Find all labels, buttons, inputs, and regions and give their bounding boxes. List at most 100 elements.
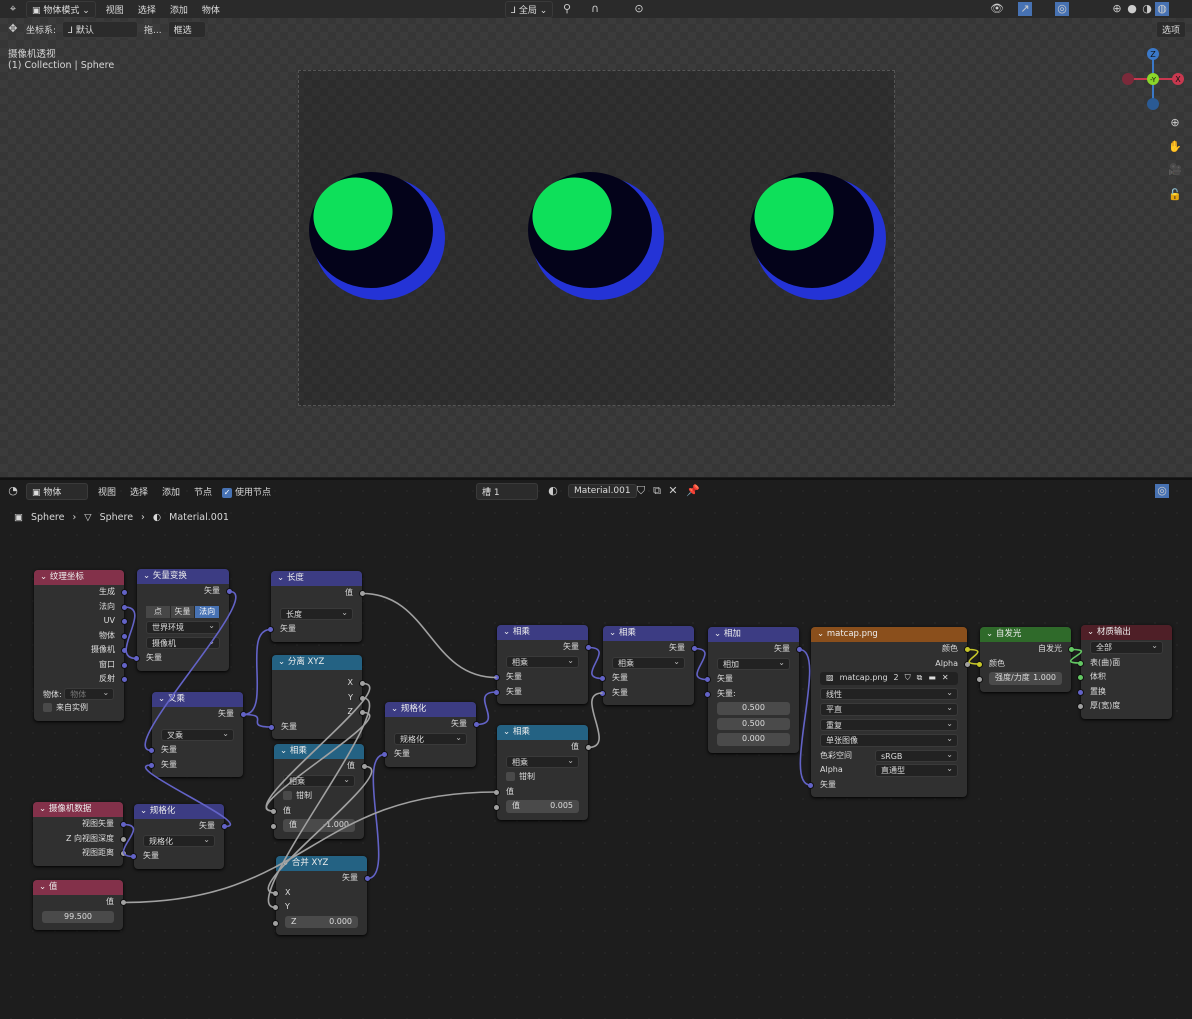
breadcrumb-mesh[interactable]: Sphere: [100, 512, 133, 523]
collapse-chevron-icon[interactable]: ⌄: [714, 629, 724, 639]
dropdown[interactable]: 相加: [717, 657, 790, 670]
segment-option[interactable]: 矢量: [170, 605, 196, 618]
dropdown[interactable]: 摄像机: [146, 636, 220, 649]
collapse-chevron-icon[interactable]: ⌄: [39, 804, 49, 814]
node-header[interactable]: ⌄ 长度: [271, 571, 362, 586]
use-nodes-checkbox[interactable]: ✓ 使用节点: [222, 485, 271, 498]
node-header[interactable]: ⌄ 摄像机数据: [33, 802, 123, 817]
node-header[interactable]: ⌄ 合并 XYZ: [276, 856, 367, 871]
socket[interactable]: [221, 823, 228, 830]
value-field[interactable]: 0.000: [717, 733, 790, 746]
editor-type-icon[interactable]: ◔: [6, 484, 20, 498]
socket[interactable]: [148, 761, 155, 769]
socket[interactable]: [268, 723, 275, 731]
lock-icon[interactable]: 🔓: [1168, 188, 1182, 202]
socket[interactable]: [1077, 674, 1084, 681]
checkbox[interactable]: [506, 772, 515, 781]
node-header[interactable]: ⌄ matcap.png: [811, 627, 967, 642]
node-header[interactable]: ⌄ 规格化: [134, 804, 224, 819]
collapse-chevron-icon[interactable]: ⌄: [140, 806, 150, 816]
socket[interactable]: [120, 835, 127, 843]
duplicate-icon[interactable]: ⧉: [917, 672, 923, 685]
dropdown[interactable]: 长度: [280, 607, 353, 620]
node-header[interactable]: ⌄ 值: [33, 880, 123, 895]
close-icon[interactable]: ✕: [942, 672, 949, 685]
node-header[interactable]: ⌄ 自发光: [980, 627, 1071, 642]
node-11[interactable]: ⌄ matcap.png 颜色 Alpha ▨ matcap.png 2 ⛉ ⧉ ▬ ✕ 线性平直重…: [807, 627, 971, 797]
socket[interactable]: [493, 788, 500, 796]
socket[interactable]: [272, 904, 279, 911]
socket[interactable]: [121, 632, 128, 640]
dropdown[interactable]: 相乘: [506, 755, 579, 768]
socket[interactable]: [240, 711, 247, 718]
value-field[interactable]: 0.500: [717, 702, 790, 715]
dropdown[interactable]: 相乘: [283, 774, 355, 787]
node-2[interactable]: ⌄ 长度值长度矢量: [267, 571, 366, 642]
socket[interactable]: [121, 661, 128, 669]
dropdown[interactable]: 相乘: [612, 656, 685, 669]
socket[interactable]: [493, 688, 500, 696]
socket[interactable]: [130, 853, 137, 860]
node-header[interactable]: ⌄ 叉乘: [152, 692, 243, 707]
camera-icon[interactable]: 🎥: [1168, 163, 1182, 177]
node-3[interactable]: ⌄ 分离 XYZ X Y Z 矢量: [268, 655, 366, 739]
socket[interactable]: [493, 804, 500, 811]
node-header[interactable]: ⌄ 规格化: [385, 702, 476, 717]
slot-select[interactable]: 槽 1: [476, 482, 538, 500]
node-0[interactable]: ⌄ 纹理坐标生成法向UV物体摄像机窗口反射物体: 物体来自实例: [34, 570, 128, 721]
overlay-toggle-icon[interactable]: ◎: [1155, 484, 1169, 498]
collapse-chevron-icon[interactable]: ⌄: [280, 746, 290, 756]
socket[interactable]: [267, 626, 274, 633]
collapse-chevron-icon[interactable]: ⌄: [40, 572, 50, 582]
collapse-chevron-icon[interactable]: ⌄: [1087, 627, 1097, 637]
socket[interactable]: [796, 646, 803, 653]
socket[interactable]: [1077, 659, 1084, 667]
socket[interactable]: [121, 589, 128, 596]
socket[interactable]: [120, 850, 127, 857]
socket[interactable]: [381, 751, 388, 758]
socket[interactable]: [272, 889, 279, 897]
socket[interactable]: [473, 721, 480, 728]
collapse-chevron-icon[interactable]: ⌄: [817, 629, 827, 639]
value-field[interactable]: 强度/力度 1.000: [989, 672, 1062, 685]
socket[interactable]: [1077, 703, 1084, 710]
socket[interactable]: [121, 647, 128, 654]
node-header[interactable]: ⌄ 相乘: [497, 725, 588, 740]
dropdown[interactable]: 全部: [1090, 640, 1163, 654]
image-datablock[interactable]: ▨ matcap.png 2 ⛉ ⧉ ▬ ✕: [820, 672, 958, 685]
collapse-chevron-icon[interactable]: ⌄: [158, 694, 168, 704]
socket[interactable]: [133, 655, 140, 662]
checkbox[interactable]: [283, 791, 292, 800]
node-header[interactable]: ⌄ 相乘: [497, 625, 588, 640]
checkbox[interactable]: [43, 703, 52, 712]
menu-view[interactable]: 视图: [94, 484, 120, 499]
node-5[interactable]: ⌄ 相乘值相乘钳制值值-1.000: [270, 744, 368, 839]
segment-option[interactable]: 法向: [195, 605, 221, 618]
socket[interactable]: [1077, 688, 1084, 696]
folder-icon[interactable]: ▬: [928, 672, 936, 685]
socket[interactable]: [270, 807, 277, 815]
node-header[interactable]: ⌄ 分离 XYZ: [272, 655, 362, 670]
socket[interactable]: [599, 689, 606, 697]
socket[interactable]: [807, 781, 814, 789]
node-6[interactable]: ⌄ 规格化矢量规格化矢量: [381, 702, 480, 767]
socket[interactable]: [270, 823, 277, 830]
value-field[interactable]: 值 0.005: [506, 800, 579, 813]
dropdown[interactable]: 规格化: [394, 732, 467, 745]
node-15[interactable]: ⌄ 规格化矢量规格化矢量: [130, 804, 228, 869]
socket[interactable]: [361, 763, 368, 770]
fake-user-shield-icon[interactable]: ⛉: [634, 484, 648, 498]
socket[interactable]: [272, 919, 279, 927]
node-header[interactable]: ⌄ 纹理坐标: [34, 570, 124, 585]
socket[interactable]: [1068, 646, 1075, 653]
node-14[interactable]: ⌄ 摄像机数据 视图矢量 Z 向视图深度 视图距离: [33, 802, 127, 866]
socket[interactable]: [976, 660, 983, 668]
dropdown[interactable]: 相乘: [506, 655, 579, 668]
menu-node[interactable]: 节点: [190, 484, 216, 499]
node-12[interactable]: ⌄ 自发光 自发光 颜色 强度/力度 1.000: [976, 627, 1075, 692]
socket[interactable]: [976, 676, 983, 683]
dropdown[interactable]: 叉乘: [161, 728, 234, 741]
unlink-close-icon[interactable]: ✕: [666, 484, 680, 498]
socket[interactable]: [120, 821, 127, 828]
socket[interactable]: [359, 709, 366, 716]
